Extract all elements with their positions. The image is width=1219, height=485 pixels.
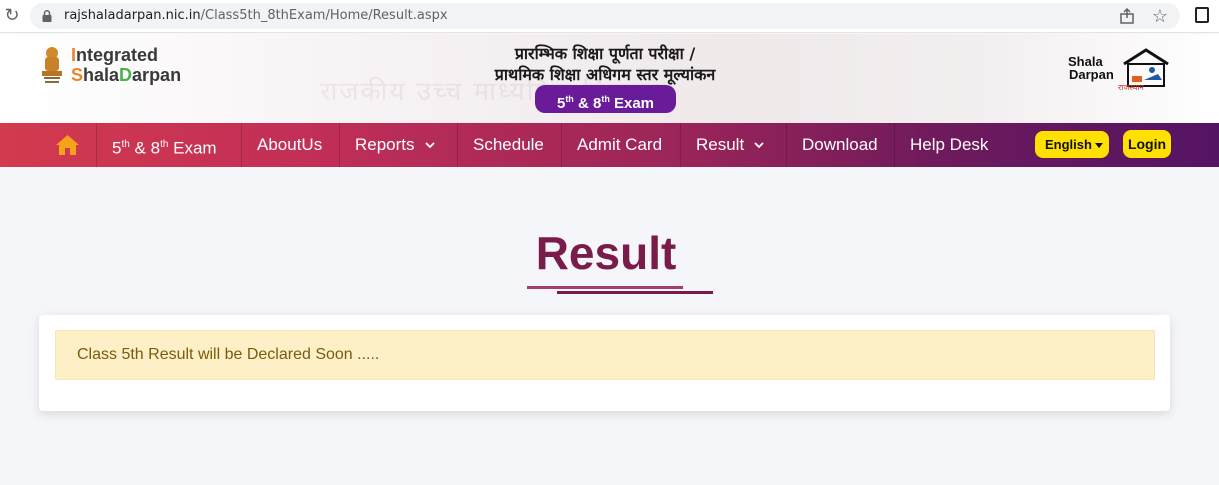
- reload-icon[interactable]: ↻: [2, 4, 22, 26]
- exam-badge-sup1: th: [565, 94, 574, 104]
- browser-toolbar: ↻ rajshaladarpan.nic.in/Class5th_8thExam…: [0, 0, 1219, 33]
- sd-logo-darpan: Darpan: [1069, 67, 1114, 82]
- home-icon[interactable]: [55, 134, 80, 156]
- nav-reports[interactable]: Reports: [355, 123, 435, 167]
- nav-exam-label: Exam: [168, 138, 217, 158]
- result-alert: Class 5th Result will be Declared Soon .…: [55, 330, 1155, 380]
- nav-divider: [894, 123, 895, 167]
- nav-divider: [96, 123, 97, 167]
- chevron-down-icon: [424, 142, 435, 149]
- lock-icon: [42, 10, 52, 22]
- site-title-hindi: प्रारम्भिक शिक्षा पूर्णता परीक्षा / प्रा…: [455, 43, 755, 85]
- nav-divider: [561, 123, 562, 167]
- exam-badge-sup2: th: [601, 94, 610, 104]
- nav-aboutus[interactable]: AboutUs: [257, 123, 322, 167]
- nav-exam[interactable]: 5th & 8th Exam: [112, 123, 217, 167]
- nav-schedule[interactable]: Schedule: [473, 123, 544, 167]
- sd-logo-rajasthan: राजस्थान: [1118, 83, 1144, 92]
- share-icon[interactable]: [1118, 7, 1136, 25]
- bookmark-star-icon[interactable]: ☆: [1152, 5, 1168, 27]
- brand-initial-d: D: [119, 65, 133, 85]
- title-underline-offset: [557, 291, 713, 294]
- nav-result[interactable]: Result: [696, 123, 764, 167]
- language-select-label: English: [1045, 137, 1092, 152]
- url-path: /Class5th_8thExam/Home/Result.aspx: [200, 8, 448, 23]
- page-title: Result: [535, 227, 677, 279]
- brand-word-darpan: arpan: [132, 65, 182, 85]
- nav-divider: [241, 123, 242, 167]
- nav-download[interactable]: Download: [802, 123, 878, 167]
- login-button[interactable]: Login: [1123, 130, 1171, 158]
- nav-divider: [339, 123, 340, 167]
- url-host: rajshaladarpan.nic.in: [64, 8, 201, 23]
- integrated-shaladarpan-logo[interactable]: Integrated ShalaDarpan: [71, 45, 181, 85]
- nav-help-desk[interactable]: Help Desk: [910, 123, 988, 167]
- exam-badge-8: & 8: [573, 95, 602, 112]
- exam-badge-exam: Exam: [609, 95, 655, 112]
- result-alert-message: Class 5th Result will be Declared Soon .…: [77, 346, 380, 363]
- url-text: rajshaladarpan.nic.in/Class5th_8thExam/H…: [64, 8, 448, 23]
- site-header: राजकीय उच्च माध्यमिक विद्यालय Integrated…: [0, 34, 1219, 123]
- address-bar[interactable]: rajshaladarpan.nic.in/Class5th_8thExam/H…: [30, 3, 1180, 29]
- exam-badge: 5th & 8th Exam: [535, 85, 676, 113]
- window-toggle-icon[interactable]: [1195, 7, 1209, 23]
- brand-word-integrated: ntegrated: [76, 45, 159, 65]
- nav-result-label: Result: [696, 135, 745, 154]
- shaladarpan-rajasthan-logo[interactable]: Shala Darpan राजस्थान: [1068, 46, 1172, 92]
- title-underline: [527, 286, 683, 289]
- language-select[interactable]: English: [1035, 131, 1109, 158]
- nav-divider: [457, 123, 458, 167]
- site-title-line1: प्रारम्भिक शिक्षा पूर्णता परीक्षा /: [514, 44, 696, 63]
- nav-admit-card[interactable]: Admit Card: [577, 123, 662, 167]
- caret-down-icon: [1095, 143, 1103, 148]
- chevron-down-icon: [754, 142, 764, 149]
- nav-exam-8: & 8: [129, 138, 161, 158]
- national-emblem-icon: [42, 47, 62, 83]
- nav-divider: [786, 123, 787, 167]
- brand-word-shala: hala: [83, 65, 120, 85]
- brand-initial-s: S: [71, 65, 84, 85]
- nav-divider: [680, 123, 681, 167]
- site-title-line2: प्राथमिक शिक्षा अधिगम स्तर मूल्यांकन: [494, 65, 716, 84]
- result-card: Class 5th Result will be Declared Soon .…: [39, 315, 1170, 411]
- nav-exam-sup1: th: [121, 139, 130, 150]
- nav-reports-label: Reports: [355, 135, 415, 154]
